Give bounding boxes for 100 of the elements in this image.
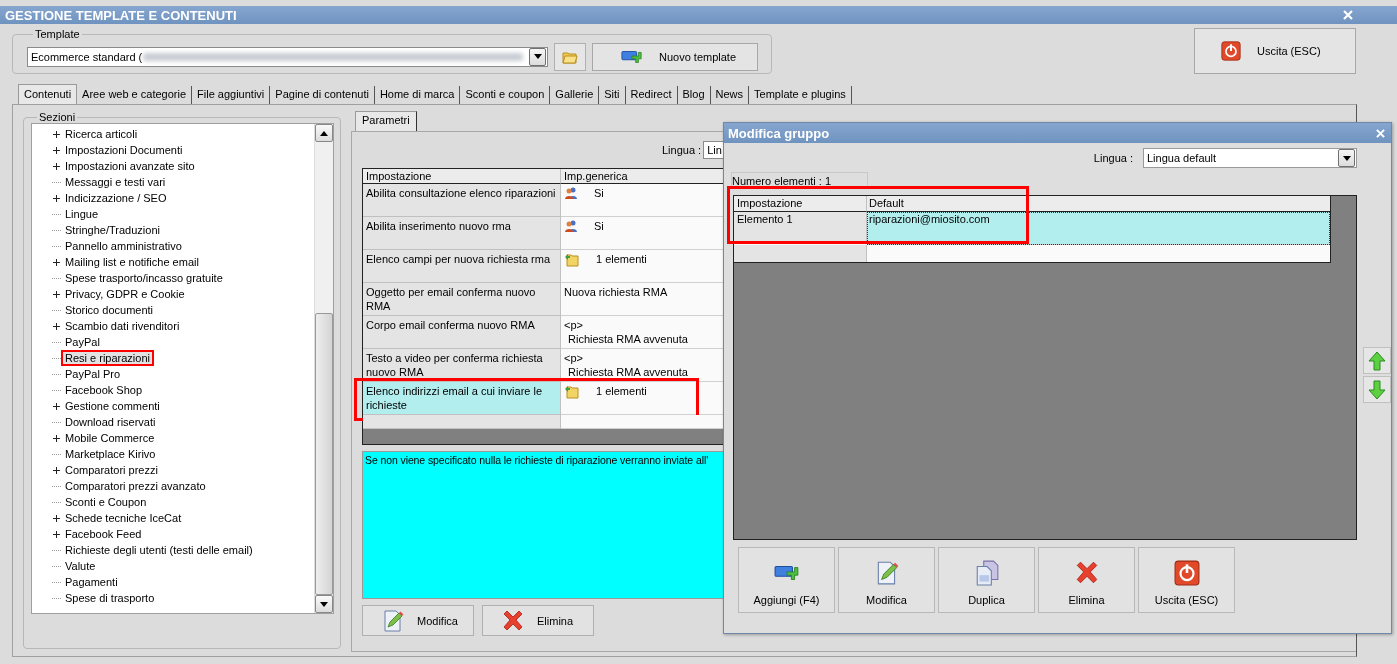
scroll-down-icon[interactable] <box>315 595 333 613</box>
expand-icon[interactable] <box>52 193 61 203</box>
scrollbar[interactable] <box>314 124 333 613</box>
table-cell[interactable]: Corpo email conferma nuovo RMA <box>363 316 561 349</box>
action-button[interactable]: Duplica <box>938 547 1035 613</box>
tree-item[interactable]: Scambio dati rivenditori <box>63 320 182 332</box>
pencil-page-icon <box>381 608 405 633</box>
tree-item[interactable]: Download riservati <box>63 416 158 428</box>
tree-item[interactable]: Indicizzazione / SEO <box>63 192 169 204</box>
tree-item[interactable]: PayPal Pro <box>63 368 123 380</box>
tab[interactable]: Redirect <box>625 86 678 104</box>
expand-icon[interactable] <box>52 145 61 155</box>
table-cell[interactable]: Oggetto per email conferma nuovo RMA <box>363 283 561 316</box>
table-cell[interactable]: Elenco campi per nuova richiesta rma <box>363 250 561 283</box>
tree-item[interactable]: Comparatori prezzi <box>63 464 160 476</box>
tree-item[interactable]: Sconti e Coupon <box>63 496 149 508</box>
tree-item[interactable]: Mailing list e notifiche email <box>63 256 201 268</box>
move-up-button[interactable] <box>1363 347 1391 374</box>
tab[interactable]: Blog <box>677 86 711 104</box>
column-header: Impostazione <box>363 169 561 184</box>
tree-item[interactable]: Lingue <box>63 208 101 220</box>
group-label: Template <box>34 28 81 40</box>
tree-item[interactable]: Privacy, GDPR e Cookie <box>63 288 187 300</box>
table-cell[interactable]: Abilita consultazione elenco riparazioni <box>363 184 561 217</box>
tree-item[interactable]: Resi e riparazioni <box>63 352 152 364</box>
action-button[interactable]: Uscita (ESC) <box>1138 547 1235 613</box>
tab[interactable]: Sconti e coupon <box>460 86 551 104</box>
tab[interactable]: Parametri <box>355 111 417 131</box>
expand-icon[interactable] <box>52 257 61 267</box>
table-cell[interactable]: Testo a video per conferma richiesta nuovo RMA <box>363 349 561 382</box>
tab[interactable]: Siti <box>599 86 626 104</box>
tree-item[interactable]: Storico documenti <box>63 304 156 316</box>
delete-icon <box>1073 560 1100 586</box>
language-label: Lingua : <box>1093 152 1133 164</box>
tree-item[interactable]: Facebook Feed <box>63 528 144 540</box>
template-dropdown[interactable]: Ecommerce standard ( <box>27 46 548 67</box>
tree-item[interactable]: Spese di trasporto <box>63 592 157 604</box>
tree-item[interactable]: Impostazioni Documenti <box>63 144 185 156</box>
expand-icon[interactable] <box>52 529 61 539</box>
expand-icon[interactable] <box>52 433 61 443</box>
expand-icon[interactable] <box>52 129 61 139</box>
close-icon[interactable] <box>1376 128 1385 138</box>
tree-item[interactable]: Mobile Commerce <box>63 432 157 444</box>
users-icon <box>564 186 578 200</box>
folder-icon <box>562 49 578 64</box>
expand-icon[interactable] <box>52 401 61 411</box>
action-button[interactable]: Modifica <box>838 547 935 613</box>
expand-icon[interactable] <box>52 321 61 331</box>
tab[interactable]: File aggiuntivi <box>192 86 271 104</box>
new-template-button[interactable]: Nuovo template <box>592 42 758 71</box>
tree-item[interactable]: Gestione commenti <box>63 400 162 412</box>
column-header: Impostazione <box>734 196 867 212</box>
tab[interactable]: Template e plugins <box>749 86 852 104</box>
scroll-up-icon[interactable] <box>315 124 333 142</box>
tree-item[interactable]: Impostazioni avanzate sito <box>63 160 197 172</box>
expand-icon[interactable] <box>52 289 61 299</box>
tab[interactable]: News <box>710 86 750 104</box>
exit-button[interactable]: Uscita (ESC) <box>1194 28 1356 74</box>
language-dropdown[interactable]: Lingua default <box>1143 148 1357 168</box>
close-icon[interactable] <box>1343 10 1353 20</box>
tab[interactable]: Home di marca <box>374 86 461 104</box>
expand-icon[interactable] <box>52 161 61 171</box>
table-cell[interactable]: Elemento 1 <box>734 212 867 244</box>
tree-item[interactable]: Richieste degli utenti (testi delle email) <box>63 544 255 556</box>
tree-item[interactable]: Facebook Shop <box>63 384 145 396</box>
delete-icon <box>501 608 525 633</box>
language-label: Lingua : <box>662 144 702 156</box>
action-button[interactable]: Elimina <box>1038 547 1135 613</box>
table-cell[interactable]: Elenco indirizzi email a cui inviare le richieste <box>363 382 561 415</box>
tree-item[interactable]: PayPal <box>63 336 102 348</box>
move-down-button[interactable] <box>1363 376 1391 403</box>
tree-item[interactable]: Schede tecniche IceCat <box>63 512 184 524</box>
expand-icon[interactable] <box>52 465 61 475</box>
action-button[interactable]: Modifica <box>362 605 474 636</box>
tree-item[interactable]: Stringhe/Traduzioni <box>63 224 162 236</box>
tree-item[interactable]: Marketplace Kirivo <box>63 448 158 460</box>
power-icon <box>1173 560 1200 586</box>
tab[interactable]: Pagine di contenuti <box>270 86 375 104</box>
tree-item[interactable]: Pannello amministrativo <box>63 240 184 252</box>
table-cell[interactable]: Abilita inserimento nuovo rma <box>363 217 561 250</box>
action-button[interactable]: Aggiungi (F4) <box>738 547 835 613</box>
window-title: GESTIONE TEMPLATE E CONTENUTI <box>5 7 237 23</box>
scroll-thumb[interactable] <box>315 313 333 595</box>
column-header: Default <box>867 196 1330 212</box>
element-count: Numero elementi : 1 <box>731 172 868 188</box>
tab[interactable]: Gallerie <box>550 86 600 104</box>
tab[interactable]: Contenuti <box>18 84 78 104</box>
expand-icon[interactable] <box>52 513 61 523</box>
folder-icon <box>564 252 580 267</box>
tree-item[interactable]: Valute <box>63 560 98 572</box>
dialog-title: Modifica gruppo <box>728 125 830 141</box>
tree-item[interactable]: Spese trasporto/incasso gratuite <box>63 272 225 284</box>
tab[interactable]: Aree web e categorie <box>77 86 193 104</box>
users-icon <box>564 219 578 233</box>
table-cell[interactable]: riparazioni@miosito.com <box>867 212 1330 245</box>
tree-item[interactable]: Pagamenti <box>63 576 120 588</box>
action-button[interactable]: Elimina <box>482 605 594 636</box>
tree-item[interactable]: Comparatori prezzi avanzato <box>63 480 208 492</box>
tree-item[interactable]: Messaggi e testi vari <box>63 176 168 188</box>
tree-item[interactable]: Ricerca articoli <box>63 128 140 140</box>
